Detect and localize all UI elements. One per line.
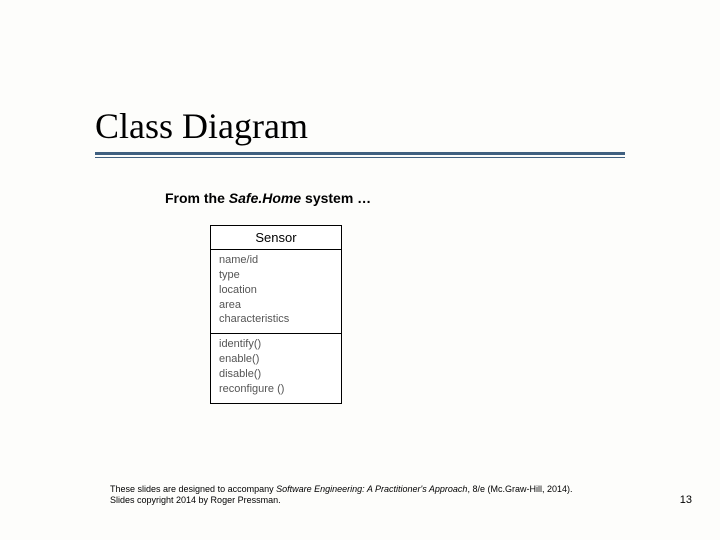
uml-operations: identify() enable() disable() reconfigur… (211, 333, 341, 402)
page-number: 13 (680, 494, 692, 506)
uml-operation: disable() (219, 367, 333, 382)
footer-pre: These slides are designed to accompany (110, 484, 276, 494)
uml-attribute: characteristics (219, 312, 333, 327)
uml-operation: reconfigure () (219, 382, 333, 397)
uml-attribute: type (219, 268, 333, 283)
subtitle-post: system … (301, 190, 371, 206)
slide: Class Diagram From the Safe.Home system … (0, 0, 720, 540)
subtitle-system-name: Safe.Home (229, 190, 301, 206)
footer-book-title: Software Engineering: A Practitioner's A… (276, 484, 467, 494)
uml-attributes: name/id type location area characteristi… (211, 249, 341, 333)
title-underline (95, 152, 625, 158)
slide-title: Class Diagram (95, 105, 308, 147)
uml-class-name: Sensor (211, 226, 341, 249)
slide-subtitle: From the Safe.Home system … (165, 190, 371, 206)
uml-operation: identify() (219, 337, 333, 352)
subtitle-pre: From the (165, 190, 229, 206)
uml-class-box: Sensor name/id type location area charac… (210, 225, 342, 404)
footer-text: These slides are designed to accompany S… (110, 484, 590, 507)
uml-attribute: name/id (219, 253, 333, 268)
uml-attribute: location (219, 283, 333, 298)
uml-operation: enable() (219, 352, 333, 367)
uml-attribute: area (219, 298, 333, 313)
